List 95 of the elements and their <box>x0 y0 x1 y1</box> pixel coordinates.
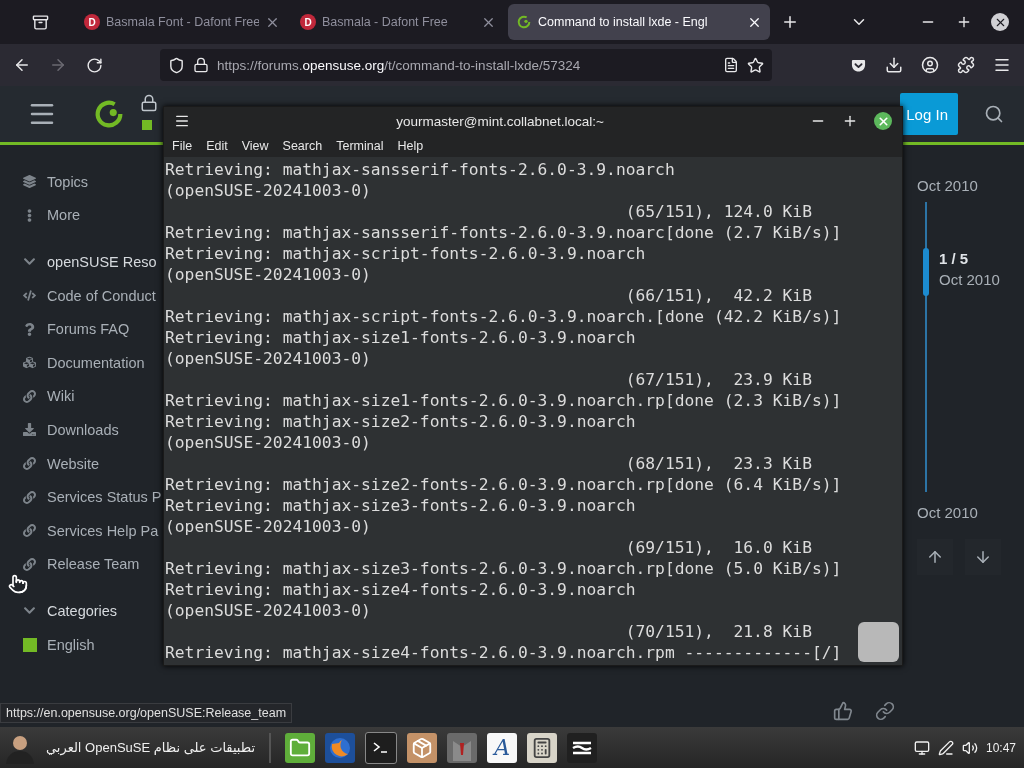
sidebar-item[interactable]: Code of Conduct <box>22 278 163 313</box>
address-field[interactable]: https://forums.opensuse.org/t/command-to-install-lxde/57324 <box>160 49 772 81</box>
terminal-line: (67/151), 23.9 KiB <box>624 369 812 390</box>
star-icon[interactable] <box>747 56 764 74</box>
status-url: https://en.opensuse.org/openSUSE:Release_team <box>0 703 293 723</box>
pointer-icon <box>8 574 28 594</box>
terminal-line: (69/151), 16.0 KiB <box>624 537 812 558</box>
browser-tab[interactable]: D Basmala - Dafont Free <box>292 4 504 40</box>
like-icon[interactable] <box>833 701 853 721</box>
terminal-line: (68/151), 23.3 KiB <box>624 453 812 474</box>
suit-icon[interactable] <box>447 732 478 763</box>
shield-icon[interactable] <box>168 56 185 74</box>
monitor-icon[interactable] <box>913 739 930 756</box>
link-icon <box>22 457 37 471</box>
font-viewer-icon[interactable]: A <box>487 732 518 763</box>
close-button[interactable] <box>874 112 892 130</box>
pen-icon[interactable] <box>937 739 954 756</box>
package-icon[interactable] <box>407 732 438 763</box>
terminal-line: (openSUSE-20241003-0) <box>165 264 371 285</box>
terminal-line: Retrieving: mathjax-size1-fonts-2.6.0-3.9.noarch.rp[done (2.3 KiB/s)] <box>165 390 842 411</box>
favicon: D <box>300 14 316 30</box>
download-icon <box>22 423 37 437</box>
terminal-line: Retrieving: mathjax-size2-fonts-2.6.0-3.9.noarch.rp[done (6.4 KiB/s)] <box>165 474 842 495</box>
terminal-line: (66/151), 42.2 KiB <box>624 285 812 306</box>
terminal-line: Retrieving: mathjax-size4-fonts-2.6.0-3.9.noarch.rpm -------------[/] <box>165 642 842 663</box>
start-menu-label[interactable]: تطبيقات على نظام OpenSuSE العربي <box>46 740 256 755</box>
link-icon <box>22 490 37 504</box>
arrow-down-icon <box>974 548 992 566</box>
terminal-line: (openSUSE-20241003-0) <box>165 432 371 453</box>
menu-item[interactable]: Edit <box>206 139 228 153</box>
link-icon <box>22 389 37 403</box>
logo-icon <box>516 14 532 30</box>
terminal-line: (65/151), 124.0 KiB <box>624 201 812 222</box>
link-icon <box>22 524 37 538</box>
category-link[interactable]: English <box>22 627 163 662</box>
terminal-line: Retrieving: mathjax-size4-fonts-2.6.0-3.9.noarch <box>165 579 636 600</box>
lock-icon <box>140 94 158 112</box>
sidebar-item[interactable]: Services Help Pa <box>22 513 163 548</box>
timeline-date[interactable]: Oct 2010 <box>917 504 1024 521</box>
sidebar-item[interactable]: Downloads <box>22 413 163 447</box>
menu-item[interactable]: Terminal <box>336 139 384 153</box>
calculator-icon[interactable] <box>527 732 558 763</box>
favicon: D <box>84 14 100 30</box>
terminal-line: Retrieving: mathjax-size3-fonts-2.6.0-3.9.noarch.rp[done (5.0 KiB/s)] <box>165 558 842 579</box>
cubes-icon <box>22 356 37 370</box>
category-swatch <box>142 120 152 130</box>
terminal-line: (openSUSE-20241003-0) <box>165 180 371 201</box>
terminal-line: (70/151), 21.8 KiB <box>624 621 812 642</box>
link-icon[interactable] <box>875 701 895 721</box>
terminal-icon[interactable] <box>365 731 398 764</box>
terminal-line: Retrieving: mathjax-size1-fonts-2.6.0-3.9.noarch <box>165 327 636 348</box>
settings-app-icon[interactable] <box>567 732 598 763</box>
terminal-line: Retrieving: mathjax-script-fonts-2.6.0-3.9.noarch <box>165 243 646 264</box>
sidebar-item[interactable]: Topics <box>22 165 163 199</box>
menu-item[interactable]: Search <box>282 139 323 153</box>
menu-item[interactable]: View <box>241 139 269 153</box>
terminal-line: (openSUSE-20241003-0) <box>165 600 371 621</box>
clock[interactable]: 10:47 <box>985 740 1016 755</box>
sidebar-item[interactable]: Forums FAQ <box>22 312 163 346</box>
timeline-handle[interactable] <box>923 248 929 297</box>
terminal-line: Retrieving: mathjax-size2-fonts-2.6.0-3.9.noarch <box>165 411 636 432</box>
reader-icon[interactable] <box>723 57 739 73</box>
sidebar-item[interactable]: Wiki <box>22 379 163 414</box>
sidebar-item[interactable]: Documentation <box>22 345 163 380</box>
close-icon <box>876 114 890 128</box>
code-icon <box>22 289 37 303</box>
menu-item[interactable]: Help <box>397 139 424 153</box>
browser-icon[interactable] <box>325 732 356 763</box>
sidebar-item[interactable]: Website <box>22 446 163 481</box>
layers-icon <box>22 175 37 189</box>
window-title: yourmaster@mint.collabnet.local:~ <box>395 113 605 129</box>
maximize-icon[interactable] <box>842 113 858 129</box>
browser-tab[interactable]: Command to install lxde - Engl <box>508 4 770 40</box>
sidebar-item[interactable]: Services Status P <box>22 480 163 514</box>
timeline-date: Oct 2010 <box>939 271 1000 289</box>
terminal-line: (openSUSE-20241003-0) <box>165 516 371 537</box>
sidebar-section[interactable]: Categories <box>22 594 163 628</box>
terminal-line: Retrieving: mathjax-script-fonts-2.6.0-3.9.noarch.[done (42.2 KiB/s)] <box>165 306 842 327</box>
lock-icon[interactable] <box>193 57 209 73</box>
volume-icon[interactable] <box>961 739 978 756</box>
post-position: 1 / 5 <box>939 250 970 268</box>
terminal-line: Retrieving: mathjax-size3-fonts-2.6.0-3.9.noarch <box>165 495 636 516</box>
folder-icon[interactable] <box>285 732 316 763</box>
sidebar-item[interactable]: Release Team <box>22 547 163 582</box>
browser-tab[interactable]: D Basmala Font - Dafont Free <box>76 4 288 40</box>
sidebar-item[interactable]: More <box>22 198 163 233</box>
terminal-line: (openSUSE-20241003-0) <box>165 348 371 369</box>
timeline-date[interactable]: Oct 2010 <box>917 177 1024 194</box>
terminal-line: Retrieving: mathjax-sansserif-fonts-2.6.0-3.9.noarc[done (2.7 KiB/s)] <box>165 222 842 243</box>
link-icon <box>22 557 37 571</box>
menu-icon[interactable] <box>174 113 190 129</box>
menu-item[interactable]: File <box>172 139 193 153</box>
terminal-line: Retrieving: mathjax-sansserif-fonts-2.6.0-3.9.noarch <box>165 159 675 180</box>
question-icon <box>22 322 37 336</box>
sidebar-section[interactable]: openSUSE Reso <box>22 245 163 279</box>
